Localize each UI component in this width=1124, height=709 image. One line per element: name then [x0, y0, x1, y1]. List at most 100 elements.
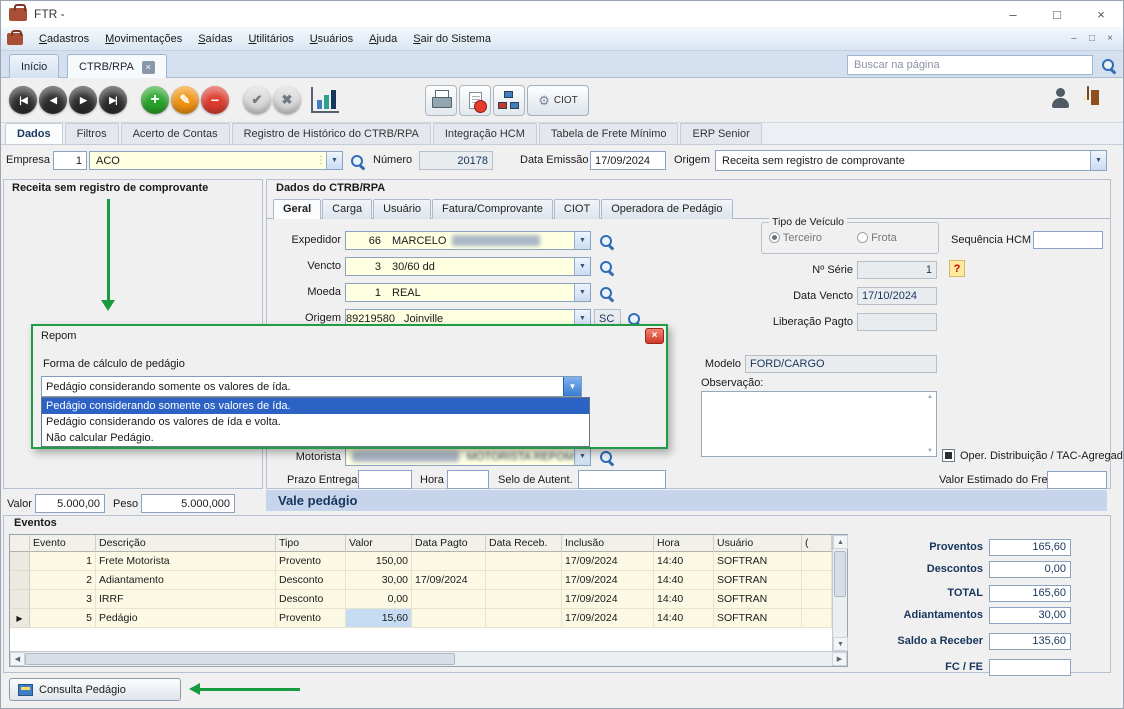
scroll-left-button[interactable]: ◀ [10, 652, 25, 666]
grid-cell[interactable]: IRRF [96, 590, 276, 609]
add-record-button[interactable]: + [141, 86, 169, 114]
vencto-field[interactable]: 3 30/60 dd ▼ [345, 257, 591, 276]
grid-cell[interactable]: 14:40 [654, 609, 714, 628]
tab-integracao-hcm[interactable]: Integração HCM [433, 123, 537, 144]
grid-cell[interactable]: Provento [276, 552, 346, 571]
search-button[interactable] [1095, 55, 1121, 75]
last-record-button[interactable]: ▶| [99, 86, 127, 114]
menu-item-movimentacoes[interactable]: Movimentações [97, 27, 190, 51]
mdi-minimize-button[interactable]: – [1065, 27, 1083, 51]
grid-cell[interactable]: Provento [276, 609, 346, 628]
tab-close-icon[interactable]: × [142, 61, 155, 74]
scheduled-document-button[interactable] [459, 85, 491, 116]
scroll-up-button[interactable]: ▲ [833, 535, 848, 549]
menu-item-usuarios[interactable]: Usuários [302, 27, 361, 51]
expedidor-search-button[interactable] [597, 232, 615, 250]
vencto-dropdown-icon[interactable]: ▼ [574, 258, 590, 275]
grid-cell[interactable]: Adiantamento [96, 571, 276, 590]
tab-registro-historico[interactable]: Registro de Histórico do CTRB/RPA [232, 123, 431, 144]
vencto-search-button[interactable] [597, 258, 615, 276]
dialog-close-button[interactable]: × [645, 328, 664, 344]
vertical-scrollbar[interactable]: ▲ ▼ [832, 535, 847, 651]
forma-calculo-combo[interactable]: Pedágio considerando somente os valores … [41, 376, 582, 397]
grid-cell[interactable]: 1 [30, 552, 96, 571]
tab-erp-senior[interactable]: ERP Senior [680, 123, 761, 144]
grid-cell[interactable]: SOFTRAN [714, 590, 802, 609]
menu-item-utilitarios[interactable]: Utilitários [240, 27, 301, 51]
hierarchy-button[interactable] [493, 85, 525, 116]
grid-cell[interactable]: 17/09/2024 [562, 552, 654, 571]
first-record-button[interactable]: |◀ [9, 86, 37, 114]
tab-fatura-comprovante[interactable]: Fatura/Comprovante [432, 199, 553, 219]
mdi-close-button[interactable]: × [1101, 27, 1119, 51]
grid-cell[interactable]: 17/09/2024 [562, 609, 654, 628]
confirm-button[interactable]: ✔ [243, 86, 271, 114]
tab-carga[interactable]: Carga [322, 199, 372, 219]
data-emissao-field[interactable]: 17/09/2024 [590, 151, 666, 170]
combo-dropdown-icon[interactable]: ▼ [563, 377, 581, 396]
origem-header-combo[interactable]: Receita sem registro de comprovante ▼ [715, 150, 1107, 171]
tab-operadora-pedagio[interactable]: Operadora de Pedágio [601, 199, 732, 219]
grid-cell[interactable]: Desconto [276, 590, 346, 609]
expedidor-field[interactable]: 66 MARCELO ▼ [345, 231, 591, 250]
option-ida-e-volta[interactable]: Pedágio considerando os valores de ída e… [42, 414, 589, 430]
valor-field[interactable]: 5.000,00 [35, 494, 105, 513]
next-record-button[interactable]: ▶ [69, 86, 97, 114]
grid-cell[interactable]: SOFTRAN [714, 552, 802, 571]
grid-cell[interactable]: 30,00 [346, 571, 412, 590]
tab-ctrb-r pa[interactable]: CTRB/RPA × [67, 54, 167, 79]
grid-cell[interactable] [486, 590, 562, 609]
grid-cell[interactable]: 14:40 [654, 590, 714, 609]
close-button[interactable]: × [1079, 1, 1123, 27]
help-icon[interactable]: ? [949, 260, 965, 277]
consulta-pedagio-button[interactable]: Consulta Pedágio [9, 678, 181, 701]
grid-cell[interactable] [412, 609, 486, 628]
option-nao-calcular[interactable]: Não calcular Pedágio. [42, 430, 589, 446]
tab-filtros[interactable]: Filtros [65, 123, 119, 144]
selected-grid-cell[interactable]: 15,60 [346, 609, 412, 628]
tab-geral[interactable]: Geral [273, 199, 321, 219]
grid-cell[interactable]: 0,00 [346, 590, 412, 609]
sequencia-hcm-field[interactable] [1033, 231, 1103, 249]
option-somente-ida[interactable]: Pedágio considerando somente os valores … [42, 398, 589, 414]
grid-cell[interactable]: 150,00 [346, 552, 412, 571]
empresa-code-field[interactable]: 1 [53, 151, 87, 170]
motorista-search-button[interactable] [597, 448, 615, 466]
edit-record-button[interactable]: ✎ [171, 86, 199, 114]
empresa-dropdown-icon[interactable]: ▼ [326, 152, 342, 169]
exit-button[interactable] [1087, 87, 1089, 99]
tab-ciot[interactable]: CIOT [554, 199, 600, 219]
grid-cell[interactable]: Desconto [276, 571, 346, 590]
scroll-right-button[interactable]: ▶ [832, 652, 847, 666]
row-marker[interactable] [10, 571, 30, 590]
grid-cell[interactable]: SOFTRAN [714, 571, 802, 590]
grid-cell[interactable]: 17/09/2024 [412, 571, 486, 590]
oper-distribuicao-checkbox[interactable] [942, 449, 955, 462]
horizontal-scrollbar[interactable]: ◀ ▶ [10, 651, 847, 666]
grid-cell[interactable]: 17/09/2024 [562, 571, 654, 590]
tab-tabela-frete-minimo[interactable]: Tabela de Frete Mínimo [539, 123, 679, 144]
expedidor-dropdown-icon[interactable]: ▼ [574, 232, 590, 249]
valor-estimado-field[interactable] [1047, 471, 1107, 489]
tab-usuario[interactable]: Usuário [373, 199, 431, 219]
cancel-button[interactable]: ✖ [273, 86, 301, 114]
scroll-up-icon[interactable]: ▲ [927, 394, 933, 400]
maximize-button[interactable]: □ [1035, 1, 1079, 27]
grid-cell[interactable]: 14:40 [654, 552, 714, 571]
grid-cell[interactable] [412, 552, 486, 571]
chart-button[interactable] [311, 87, 339, 113]
tab-inicio[interactable]: Início [9, 54, 59, 79]
tab-acerto-de-contas[interactable]: Acerto de Contas [121, 123, 230, 144]
selo-autent-field[interactable] [578, 470, 666, 489]
empresa-search-button[interactable] [348, 152, 366, 170]
peso-field[interactable]: 5.000,000 [141, 494, 235, 513]
grid-cell[interactable]: 2 [30, 571, 96, 590]
hora-field[interactable] [447, 470, 489, 489]
menu-item-saidas[interactable]: Saídas [190, 27, 240, 51]
menu-item-sair[interactable]: Sair do Sistema [405, 27, 499, 51]
scroll-down-icon[interactable]: ▼ [927, 448, 933, 454]
grid-cell[interactable] [412, 590, 486, 609]
scroll-down-button[interactable]: ▼ [833, 637, 848, 651]
vertical-scroll-thumb[interactable] [834, 551, 846, 597]
grid-cell[interactable]: 5 [30, 609, 96, 628]
